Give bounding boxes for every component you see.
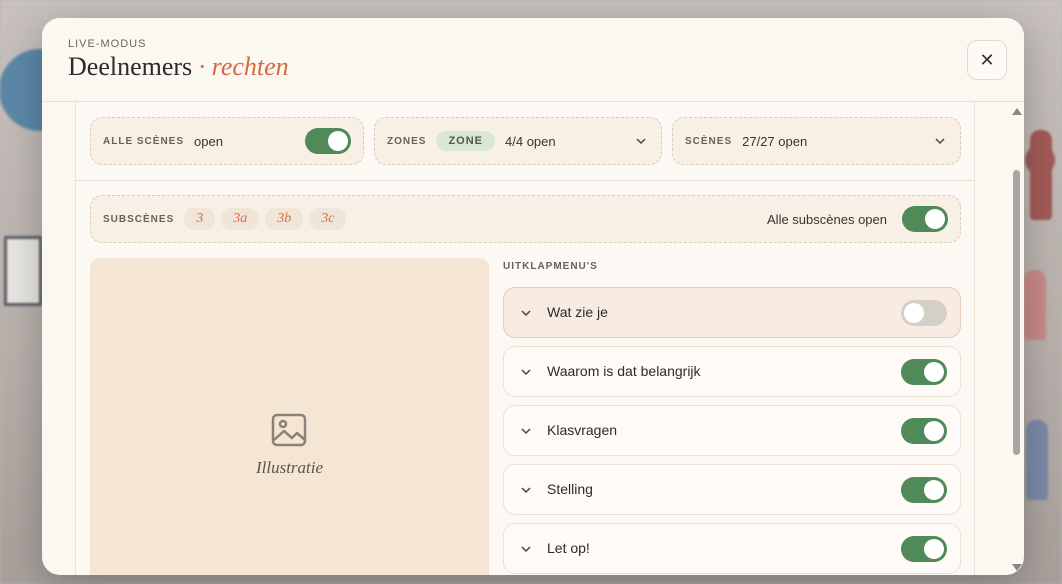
zones-label: ZONES: [387, 135, 427, 147]
dropdown-item[interactable]: Let op!: [503, 523, 961, 574]
subscene-chip[interactable]: 3c: [309, 208, 347, 230]
background-frame: [4, 236, 42, 306]
all-scenes-value: open: [194, 133, 223, 149]
scrollbar[interactable]: [1008, 102, 1024, 575]
dropdown-item[interactable]: Klasvragen: [503, 405, 961, 456]
dropdown-item-label: Waarom is dat belangrijk: [547, 363, 701, 379]
scroll-down-arrow-icon[interactable]: [1012, 564, 1022, 571]
scroll-up-arrow-icon[interactable]: [1012, 108, 1022, 115]
illustration-label: Illustratie: [255, 458, 324, 477]
all-scenes-toggle[interactable]: [305, 128, 351, 154]
scenes-label: SCÈNES: [685, 135, 733, 147]
zones-value: 4/4 open: [505, 133, 556, 149]
scenes-dropdown[interactable]: SCÈNES 27/27 open: [672, 117, 961, 165]
subscene-chip[interactable]: 3b: [265, 208, 304, 230]
background-figure: [1024, 270, 1046, 340]
zone-badge: ZONE: [436, 131, 496, 151]
zones-dropdown[interactable]: ZONES ZONE 4/4 open: [374, 117, 662, 165]
chevron-down-icon: [935, 138, 945, 145]
dropdown-item-label: Stelling: [547, 481, 593, 497]
title-accent: · rechten: [198, 52, 289, 81]
chevron-down-icon: [521, 546, 531, 553]
scrollbar-thumb[interactable]: [1013, 170, 1020, 455]
settings-panel: ALLE SCÈNES open ZONES ZONE 4/4 open SCÈ…: [75, 102, 975, 575]
dropdown-item-label: Let op!: [547, 540, 590, 556]
illustration-placeholder: Illustratie: [90, 258, 489, 575]
modal-body: ALLE SCÈNES open ZONES ZONE 4/4 open SCÈ…: [42, 102, 1024, 575]
all-subscenes-toggle[interactable]: [902, 206, 948, 232]
all-subscenes-label: Alle subscènes open: [767, 212, 887, 227]
subscenes-bar: SUBSCÈNES 3 3a 3b 3c Alle subscènes open: [90, 195, 961, 243]
dropdown-item-toggle[interactable]: [901, 300, 947, 326]
dropdown-item-toggle[interactable]: [901, 536, 947, 562]
modal-header: LIVE-MODUS Deelnemers · rechten ✕: [42, 18, 1024, 102]
close-button[interactable]: ✕: [967, 40, 1007, 80]
all-scenes-filter: ALLE SCÈNES open: [90, 117, 364, 165]
chevron-down-icon: [521, 369, 531, 376]
all-scenes-label: ALLE SCÈNES: [103, 135, 185, 147]
background-figure: [1030, 130, 1052, 220]
dropdown-item-label: Klasvragen: [547, 422, 618, 438]
dropdown-item[interactable]: Stelling: [503, 464, 961, 515]
subscene-chip[interactable]: 3: [184, 208, 216, 230]
close-icon: ✕: [979, 49, 995, 71]
dropdown-item-toggle[interactable]: [901, 359, 947, 385]
background-figure: [1026, 420, 1048, 500]
modal-title: Deelnemers · rechten: [68, 52, 289, 82]
title-main: Deelnemers: [68, 52, 193, 81]
chevron-down-icon: [521, 487, 531, 494]
dropdown-item-label: Wat zie je: [547, 304, 608, 320]
chevron-down-icon: [636, 138, 646, 145]
image-icon: [271, 413, 307, 447]
dropdown-item-toggle[interactable]: [901, 477, 947, 503]
chevron-down-icon: [521, 428, 531, 435]
subscene-chip[interactable]: 3a: [221, 208, 260, 230]
dropdown-item-toggle[interactable]: [901, 418, 947, 444]
dropdown-item[interactable]: Waarom is dat belangrijk: [503, 346, 961, 397]
divider: [76, 180, 974, 181]
dropdown-item[interactable]: Wat zie je: [503, 287, 961, 338]
rights-modal: LIVE-MODUS Deelnemers · rechten ✕ ALLE S…: [42, 18, 1024, 575]
chevron-down-icon: [521, 310, 531, 317]
mode-eyebrow: LIVE-MODUS: [68, 38, 147, 50]
dropdowns-section-label: UITKLAPMENU'S: [503, 261, 598, 272]
scenes-value: 27/27 open: [742, 133, 808, 149]
subscenes-label: SUBSCÈNES: [103, 213, 175, 225]
